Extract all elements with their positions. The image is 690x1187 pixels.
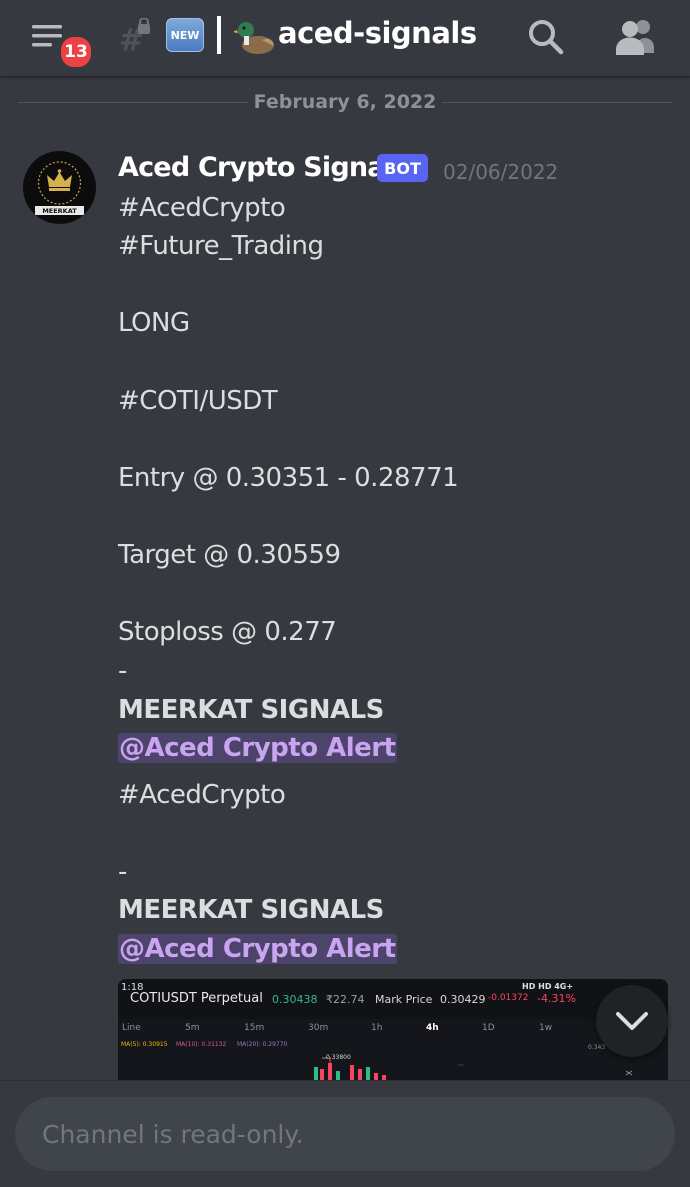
signal-direction: LONG (118, 308, 190, 338)
candlestick-chart (314, 1057, 633, 1081)
new-emoji: NEW (166, 18, 204, 52)
meerkat-crown-logo-icon: MEERKAT (35, 161, 84, 215)
author-avatar[interactable]: MEERKAT (23, 151, 96, 224)
role-mention[interactable]: @Aced Crypto Alert (118, 733, 397, 763)
bot-tag: BOT (377, 154, 428, 182)
date-divider-label: February 6, 2022 (253, 91, 437, 113)
hashtag-line: #AcedCrypto (118, 780, 286, 810)
dash-separator: - (118, 857, 127, 887)
date-divider: February 6, 2022 (18, 91, 672, 115)
attachment-image[interactable]: 1:18 HD HD 4G+ COTIUSDT Perpetual 0.3043… (118, 979, 668, 1081)
members-icon (616, 20, 654, 55)
signal-pair: #COTI/USDT (118, 386, 278, 416)
signal-target: Target @ 0.30559 (118, 540, 341, 570)
signal-entry: Entry @ 0.30351 - 0.28771 (118, 463, 459, 493)
search-icon (529, 20, 564, 55)
channel-header: 13 # NEW aced-signals (0, 0, 690, 77)
unread-badge: 13 (58, 34, 94, 70)
signature: MEERKAT SIGNALS (118, 695, 384, 725)
search-button[interactable] (527, 18, 565, 56)
menu-button[interactable]: 13 (30, 22, 94, 70)
duck-emoji-icon (234, 22, 274, 54)
read-only-notice: Channel is read-only. (15, 1097, 675, 1171)
author-name[interactable]: Aced Crypto Signals (118, 152, 409, 183)
message-timestamp: 02/06/2022 (443, 160, 559, 184)
avatar-text: MEERKAT (42, 207, 77, 215)
members-button[interactable] (612, 17, 656, 57)
jump-to-present-button[interactable] (596, 985, 668, 1057)
hashtag-line: #AcedCrypto (118, 193, 286, 223)
title-separator (217, 16, 221, 54)
hashtag-line: #Future_Trading (118, 231, 324, 261)
channel-title: aced-signals (278, 16, 477, 50)
composer-area: Channel is read-only. (0, 1080, 690, 1187)
locked-channel-hash-icon: # (119, 18, 150, 54)
role-mention[interactable]: @Aced Crypto Alert (118, 934, 397, 964)
chevron-down-icon (616, 1012, 648, 1030)
signal-stoploss: Stoploss @ 0.277 (118, 617, 337, 647)
dash-separator: - (118, 656, 127, 686)
signature: MEERKAT SIGNALS (118, 895, 384, 925)
